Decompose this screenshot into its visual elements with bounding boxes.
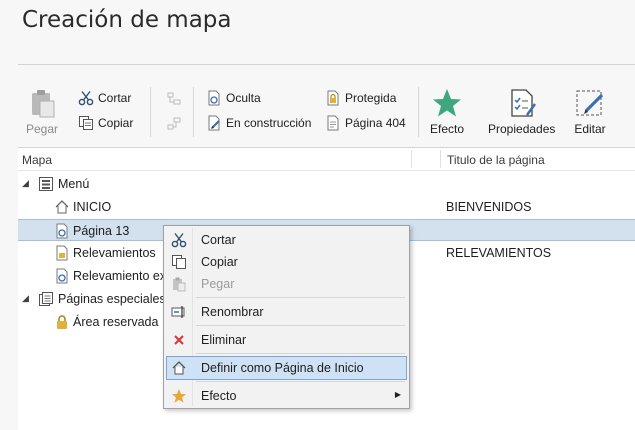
paste-label: Pegar [26,122,59,136]
indent-icon[interactable] [166,91,182,107]
copy-icon [79,116,93,130]
scissors-icon [78,91,94,106]
scissors-icon [171,233,187,248]
protected-page-icon [56,245,68,261]
effect-label: Efecto [430,122,465,136]
toolbar: Pegar Cortar Copiar Oculta En construcci… [18,65,635,147]
menu-item-label: Cortar [201,233,236,247]
star-icon [433,89,462,117]
hidden-page-icon [56,223,68,239]
protected-label: Protegida [345,91,397,105]
toolbar-separator [193,87,194,137]
special-pages-icon [39,292,53,306]
menu-item-label: Renombrar [201,305,264,319]
submenu-arrow-icon: ▶ [394,390,401,399]
properties-button[interactable]: Propiedades [488,87,555,136]
menu-item-label: Definir como Página de Inicio [201,361,364,375]
menu-item-delete[interactable]: Eliminar [166,328,407,352]
hidden-page-icon [56,268,68,284]
star-icon [172,389,186,403]
menu-item-cut[interactable]: Cortar [166,228,407,252]
tree-row-label: INICIO [73,200,112,214]
tree-row-title: BIENVENIDOS [446,200,532,214]
tree-row-title: RELEVAMIENTOS [446,246,552,260]
cut-label: Cortar [98,91,132,105]
column-divider[interactable] [411,150,412,168]
menu-separator [196,297,405,298]
paste-icon [173,277,186,292]
menu-separator [196,325,405,326]
menu-item-label: Eliminar [201,333,247,347]
page404-button[interactable]: Página 404 [325,115,406,131]
hidden-label: Oculta [226,91,261,105]
effect-button[interactable]: Efecto [430,87,464,136]
menu-item-set-home[interactable]: Definir como Página de Inicio [166,356,407,380]
copy-icon [172,255,186,269]
toolbar-separator [418,87,419,137]
construction-page-icon [208,115,220,131]
copy-label: Copiar [98,116,134,130]
page-title: Creación de mapa [22,7,232,33]
edit-icon [576,90,604,116]
menu-item-paste[interactable]: Pegar [166,272,407,296]
menu-icon [39,177,53,191]
toolbar-separator [150,87,151,137]
copy-button[interactable]: Copiar [78,115,133,131]
outdent-icon[interactable] [166,116,182,132]
properties-icon [511,89,536,117]
construction-label: En construcción [226,116,312,130]
menu-item-effect[interactable]: Efecto ▶ [166,384,407,408]
tree-header: Mapa Titulo de la página [18,148,635,171]
menu-item-copy[interactable]: Copiar [166,250,407,274]
properties-label: Propiedades [488,122,556,136]
edit-label: Editar [574,122,606,136]
tree-row-label: Relevamientos [73,246,156,260]
menu-separator [196,381,405,382]
tree-row-label: Relevamiento ex [73,269,167,283]
home-icon [55,200,69,214]
tree-row-menu[interactable]: ◢ Menú [18,173,635,195]
construction-button[interactable]: En construcción [206,115,311,131]
context-menu: Cortar Copiar Pegar Renombrar Eliminar D… [163,225,410,409]
menu-item-rename[interactable]: Renombrar [166,300,407,324]
paste-button[interactable]: Pegar [26,87,58,136]
edit-button[interactable]: Editar [574,87,606,136]
hidden-page-icon [208,90,220,106]
page404-icon [327,115,339,131]
collapse-icon[interactable]: ◢ [22,178,29,189]
tree-row-inicio[interactable]: INICIO BIENVENIDOS [18,196,635,218]
home-icon [172,361,186,375]
tree-row-label: Página 13 [73,224,130,238]
tree-row-label: Menú [58,177,90,191]
delete-x-icon [174,335,184,345]
column-divider[interactable] [440,150,441,168]
protected-button[interactable]: Protegida [325,90,396,106]
page404-label: Página 404 [345,116,406,130]
cut-button[interactable]: Cortar [78,90,131,106]
rename-icon [171,306,185,318]
col-title-header[interactable]: Titulo de la página [447,153,545,167]
lock-icon [57,315,67,329]
menu-item-label: Pegar [201,277,235,291]
clipboard-icon [32,90,55,118]
menu-item-label: Efecto [201,389,237,403]
collapse-icon[interactable]: ◢ [22,293,29,304]
hidden-button[interactable]: Oculta [206,90,261,106]
col-map-header[interactable]: Mapa [22,153,52,167]
tree-row-label: Área reservada [73,315,159,329]
protected-page-icon [327,90,339,106]
tree-row-label: Páginas especiales [58,292,166,306]
menu-item-label: Copiar [201,255,238,269]
menu-separator [196,353,405,354]
